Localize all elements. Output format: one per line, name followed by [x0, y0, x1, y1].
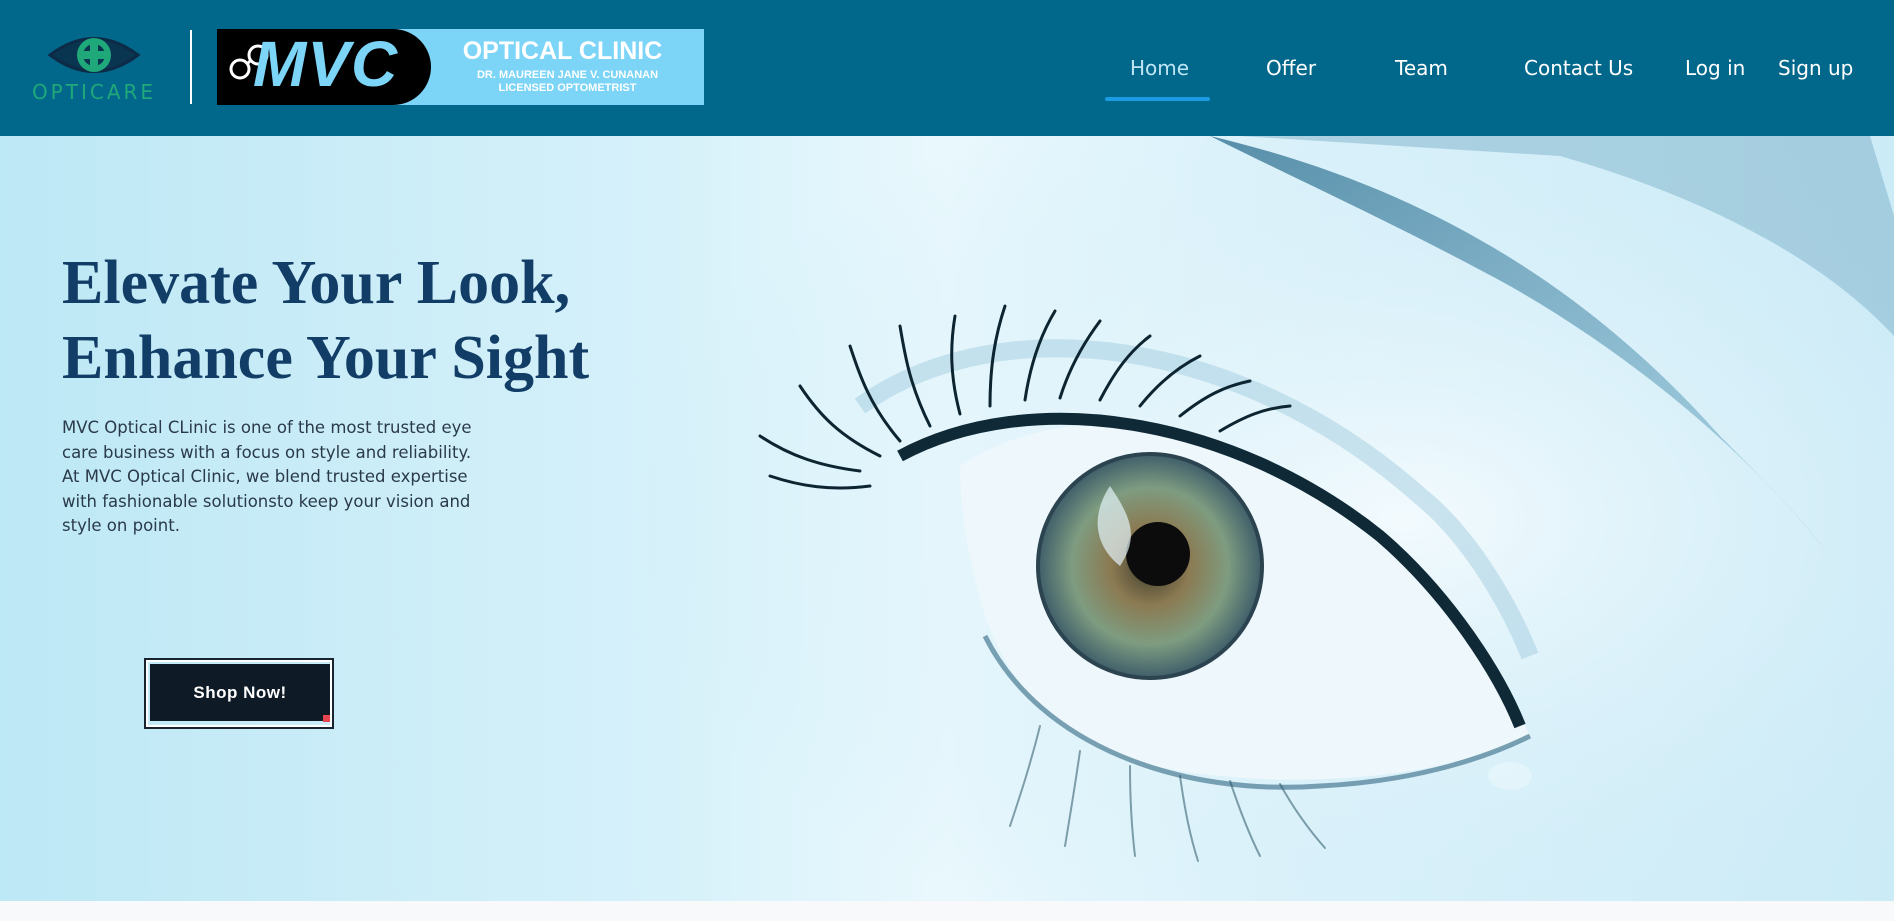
page-bottom-strip — [0, 901, 1894, 921]
hero-description: MVC Optical CLinic is one of the most tr… — [62, 418, 472, 535]
site-header: OPTICARE MVC OPTICAL CLINIC DR. MAUREEN … — [0, 0, 1894, 136]
brand-name: OPTICARE — [31, 80, 157, 104]
nav-team[interactable]: Team — [1395, 56, 1448, 80]
nav-contact-us[interactable]: Contact Us — [1524, 56, 1633, 80]
shop-button-corner-mark — [323, 715, 330, 722]
nav-active-indicator — [1105, 97, 1210, 101]
clinic-banner: MVC OPTICAL CLINIC DR. MAUREEN JANE V. C… — [217, 29, 704, 105]
hero-title-line1: Elevate Your Look, — [62, 249, 571, 317]
banner-credential: LICENSED OPTOMETRIST — [498, 82, 637, 94]
eye-cross-icon — [47, 37, 141, 73]
nav-sign-up[interactable]: Sign up — [1778, 56, 1853, 80]
banner-doctor: DR. MAUREEN JANE V. CUNANAN — [476, 69, 659, 81]
banner-title: OPTICAL CLINIC — [462, 37, 663, 65]
opticare-logo[interactable]: OPTICARE — [24, 30, 164, 104]
hero-title-line2: Enhance Your Sight — [62, 324, 590, 392]
shop-now-button[interactable]: Shop Now! — [150, 664, 330, 721]
banner-mvc-text: MVC — [253, 29, 399, 100]
nav-home[interactable]: Home — [1130, 56, 1189, 80]
nav-offer[interactable]: Offer — [1266, 56, 1316, 80]
hero-section: Elevate Your Look, Enhance Your Sight MV… — [0, 136, 1894, 901]
hero-title: Elevate Your Look, Enhance Your Sight — [62, 246, 682, 396]
nav-log-in[interactable]: Log in — [1685, 56, 1745, 80]
header-divider — [190, 30, 192, 104]
